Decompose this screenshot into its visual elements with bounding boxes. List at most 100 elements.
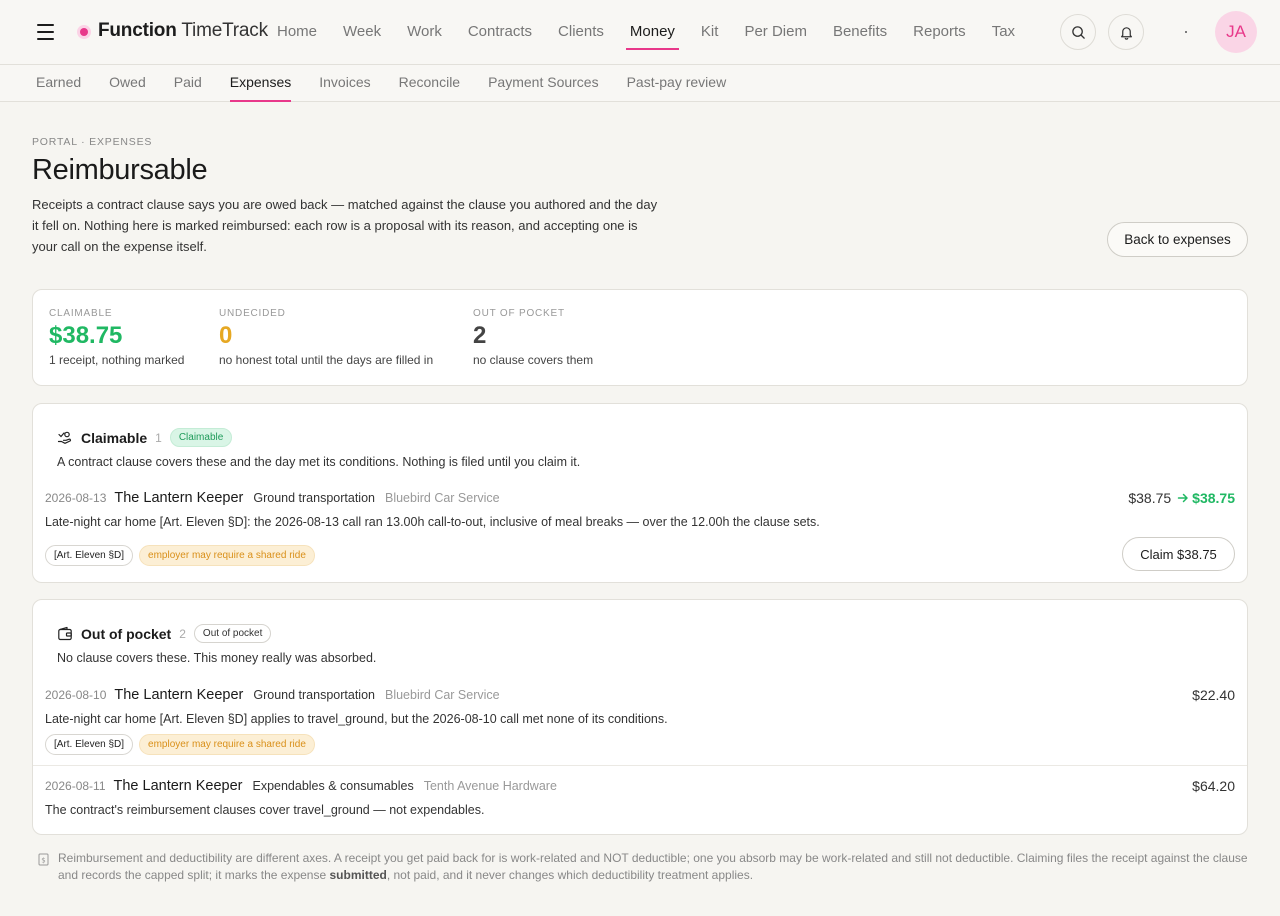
claim-value: $38.75: [1192, 490, 1235, 506]
out-of-pocket-section: Out of pocket 2 Out of pocket No clause …: [32, 599, 1248, 835]
expense-amount: $64.20: [1192, 778, 1235, 794]
wallet-icon: [58, 626, 72, 640]
back-to-expenses-button[interactable]: Back to expenses: [1107, 222, 1248, 257]
nav-item-work[interactable]: Work: [394, 0, 455, 65]
condition-tag: employer may require a shared ride: [139, 545, 315, 566]
claimable-section: Claimable 1 Claimable A contract clause …: [32, 403, 1248, 583]
tag-list: [Art. Eleven §D] employer may require a …: [45, 734, 321, 755]
section-count: 2: [179, 626, 186, 641]
expense-vendor: Bluebird Car Service: [384, 491, 500, 505]
stat-value: 2: [473, 322, 487, 349]
nav-item-reports[interactable]: Reports: [900, 0, 979, 65]
page-intro: Receipts a contract clause says you are …: [32, 197, 658, 254]
nav-item-week[interactable]: Week: [330, 0, 394, 65]
tab-reconcile[interactable]: Reconcile: [385, 65, 474, 102]
main-nav: Home Week Work Contracts Clients Money K…: [264, 0, 1028, 65]
notifications-button[interactable]: [1108, 14, 1144, 50]
tab-paid[interactable]: Paid: [160, 65, 216, 102]
stat-note: no clause covers them: [473, 353, 594, 367]
status-badge: Claimable: [169, 428, 233, 447]
stat-label: UNDECIDED: [219, 308, 286, 319]
expense-row-header[interactable]: 2026-08-10 The Lantern Keeper Ground tra…: [45, 687, 500, 703]
footnote-text-end: , not paid, and it never changes which d…: [386, 868, 754, 882]
stat-label: OUT OF POCKET: [473, 308, 565, 319]
nav-item-kit[interactable]: Kit: [688, 0, 732, 65]
expense-row-header[interactable]: 2026-08-13 The Lantern Keeper Ground tra…: [45, 490, 500, 506]
tab-invoices[interactable]: Invoices: [305, 65, 384, 102]
expense-category: Ground transportation: [253, 688, 375, 702]
stat-undecided: UNDECIDED 0 no honest total until the da…: [219, 308, 433, 367]
nav-item-per-diem[interactable]: Per Diem: [731, 0, 820, 65]
bell-icon: [1120, 26, 1132, 40]
stat-out-of-pocket: OUT OF POCKET 2 no clause covers them: [473, 308, 593, 367]
brand-name[interactable]: Function TimeTrack: [98, 20, 268, 42]
stat-claimable: CLAIMABLE $38.75 1 receipt, nothing mark…: [49, 308, 184, 367]
stat-label: CLAIMABLE: [49, 308, 113, 319]
nav-item-benefits[interactable]: Benefits: [820, 0, 900, 65]
section-title: Claimable: [81, 429, 148, 446]
expense-category: Ground transportation: [253, 491, 375, 505]
arrow-right-icon: [1177, 493, 1188, 503]
tag-list: [Art. Eleven §D] employer may require a …: [45, 545, 321, 566]
stat-value: $38.75: [49, 322, 123, 349]
sub-nav: Earned Owed Paid Expenses Invoices Recon…: [22, 65, 740, 102]
menu-icon[interactable]: [37, 24, 54, 40]
tab-earned[interactable]: Earned: [22, 65, 95, 102]
sub-nav-bar: Earned Owed Paid Expenses Invoices Recon…: [0, 65, 1280, 102]
expense-date: 2026-08-10: [45, 688, 107, 702]
nav-item-money[interactable]: Money: [617, 0, 688, 65]
expense-vendor: Tenth Avenue Hardware: [423, 779, 557, 793]
expense-title: The Lantern Keeper: [114, 490, 244, 506]
search-button[interactable]: [1060, 14, 1096, 50]
brand-light: TimeTrack: [181, 20, 268, 41]
nav-item-home[interactable]: Home: [264, 0, 330, 65]
section-header: Claimable 1 Claimable: [57, 428, 233, 447]
footnote-bold: submitted: [329, 868, 387, 882]
expense-category: Expendables & consumables: [252, 779, 414, 793]
section-header: Out of pocket 2 Out of pocket: [57, 624, 272, 643]
receipt-icon: $: [38, 853, 49, 866]
nav-item-tax[interactable]: Tax: [979, 0, 1028, 65]
expense-amount: $38.75 $38.75: [1128, 490, 1235, 506]
section-description: A contract clause covers these and the d…: [57, 455, 581, 469]
nav-item-contracts[interactable]: Contracts: [455, 0, 545, 65]
claimable-amount: $38.75: [1177, 490, 1235, 506]
svg-text:$: $: [41, 857, 45, 865]
expense-row-header[interactable]: 2026-08-11 The Lantern Keeper Expendable…: [45, 778, 557, 794]
claim-button[interactable]: Claim $38.75: [1122, 537, 1235, 571]
hand-coins-icon: [57, 431, 72, 444]
page-title: Reimbursable: [32, 154, 208, 186]
search-icon: [1071, 25, 1085, 39]
row-divider: [33, 765, 1247, 766]
condition-tag: employer may require a shared ride: [139, 734, 315, 755]
breadcrumb: PORTAL · EXPENSES: [32, 136, 153, 148]
top-bar: Function TimeTrack Home Week Work Contra…: [0, 0, 1280, 65]
expense-amount: $22.40: [1192, 687, 1235, 703]
stat-note: 1 receipt, nothing marked: [49, 353, 185, 367]
status-dot: [1185, 31, 1187, 33]
status-badge: Out of pocket: [193, 624, 272, 643]
nav-item-clients[interactable]: Clients: [545, 0, 617, 65]
summary-card: CLAIMABLE $38.75 1 receipt, nothing mark…: [32, 289, 1248, 386]
expense-reason: Late-night car home [Art. Eleven §D] app…: [45, 712, 668, 726]
expense-date: 2026-08-13: [45, 491, 107, 505]
stat-value: 0: [219, 322, 233, 349]
clause-tag: [Art. Eleven §D]: [45, 545, 134, 566]
clause-tag: [Art. Eleven §D]: [45, 734, 134, 755]
tab-expenses[interactable]: Expenses: [216, 65, 305, 102]
expense-title: The Lantern Keeper: [114, 687, 244, 703]
section-count: 1: [155, 430, 162, 445]
tab-owed[interactable]: Owed: [95, 65, 160, 102]
expense-reason: Late-night car home [Art. Eleven §D]: th…: [45, 515, 820, 529]
expense-vendor: Bluebird Car Service: [384, 688, 500, 702]
section-description: No clause covers these. This money reall…: [57, 651, 377, 665]
avatar[interactable]: JA: [1215, 11, 1257, 53]
section-title: Out of pocket: [81, 625, 172, 642]
tab-past-pay-review[interactable]: Past-pay review: [613, 65, 741, 102]
tab-payment-sources[interactable]: Payment Sources: [474, 65, 613, 102]
brand-bold: Function: [98, 20, 177, 41]
expense-title: The Lantern Keeper: [113, 778, 243, 794]
brand-logo-dot: [80, 28, 88, 36]
expense-reason: The contract's reimbursement clauses cov…: [45, 803, 485, 817]
receipt-amount: $38.75: [1128, 490, 1172, 506]
